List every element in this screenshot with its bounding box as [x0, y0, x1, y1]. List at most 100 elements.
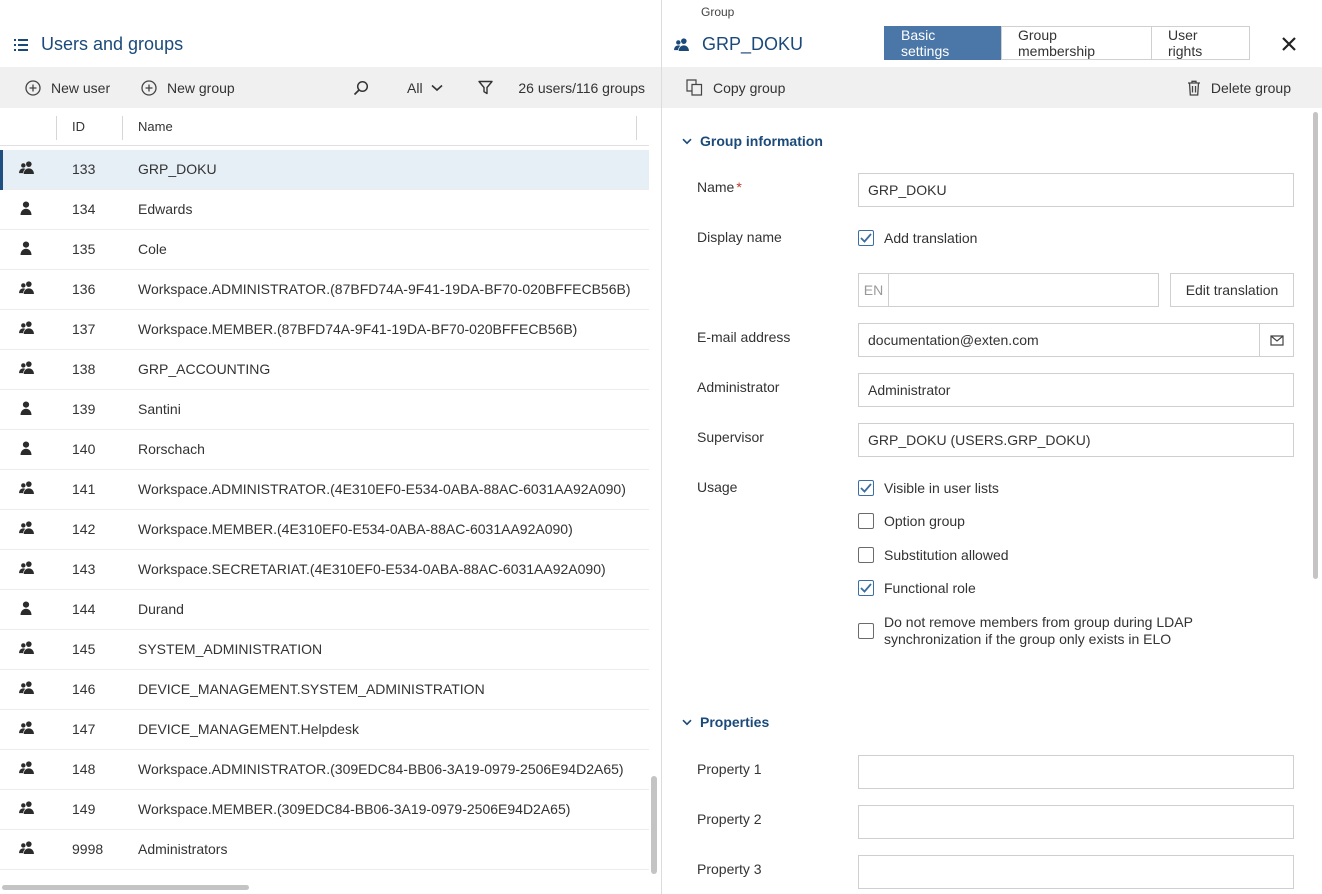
list-item-name: GRP_ACCOUNTING — [138, 361, 271, 377]
list-item[interactable]: 149 Workspace.MEMBER.(309EDC84-BB06-3A19-… — [0, 790, 649, 830]
tab-basic-settings[interactable]: Basic settings — [884, 26, 1002, 60]
list-item-id: 149 — [72, 801, 96, 817]
property-3-field[interactable] — [858, 855, 1294, 889]
column-separator[interactable] — [56, 116, 57, 140]
list-item[interactable]: 135 Cole — [0, 230, 649, 270]
list-item-id: 139 — [72, 401, 96, 417]
list-item[interactable]: 147 DEVICE_MANAGEMENT.Helpdesk — [0, 710, 649, 750]
list-item[interactable]: 133 GRP_DOKU — [0, 150, 649, 190]
mail-icon — [1269, 334, 1284, 346]
copy-group-label: Copy group — [713, 79, 786, 96]
list-item[interactable]: 141 Workspace.ADMINISTRATOR.(4E310EF0-E53… — [0, 470, 649, 510]
list-item-name: Workspace.ADMINISTRATOR.(309EDC84-BB06-3… — [138, 761, 624, 777]
name-label: Name * — [697, 179, 742, 195]
list-item-id: 135 — [72, 241, 96, 257]
list-item-name: Cole — [138, 241, 167, 257]
name-label-text: Name — [697, 179, 735, 195]
administrator-field[interactable]: Administrator — [858, 373, 1294, 407]
translation-input[interactable] — [888, 273, 1159, 307]
search-icon — [353, 80, 369, 96]
visible-in-user-lists-checkbox[interactable]: Visible in user lists — [858, 480, 999, 496]
list-vertical-scrollbar[interactable] — [651, 776, 657, 874]
list-item[interactable]: 144 Durand — [0, 590, 649, 630]
list-item[interactable]: 139 Santini — [0, 390, 649, 430]
list-item-name: Workspace.ADMINISTRATOR.(87BFD74A-9F41-1… — [138, 281, 631, 297]
list-item[interactable]: 143 Workspace.SECRETARIAT.(4E310EF0-E534-… — [0, 550, 649, 590]
substitution-allowed-label: Substitution allowed — [884, 547, 1009, 563]
filter-button[interactable] — [478, 67, 493, 108]
list-item[interactable]: 145 SYSTEM_ADMINISTRATION — [0, 630, 649, 670]
list-item[interactable]: 148 Workspace.ADMINISTRATOR.(309EDC84-BB0… — [0, 750, 649, 790]
group-icon — [19, 641, 34, 654]
detail-tabs: Basic settings Group membership User rig… — [884, 26, 1250, 60]
list-item-id: 9998 — [72, 841, 104, 857]
list-item-name: Workspace.SECRETARIAT.(4E310EF0-E534-0AB… — [138, 561, 606, 577]
tab-user-rights[interactable]: User rights — [1151, 26, 1250, 60]
list-item[interactable]: 146 DEVICE_MANAGEMENT.SYSTEM_ADMINISTRATI… — [0, 670, 649, 710]
functional-role-checkbox[interactable]: Functional role — [858, 580, 976, 596]
column-separator[interactable] — [636, 116, 637, 140]
email-field[interactable]: documentation@exten.com — [858, 323, 1261, 357]
list-item[interactable]: 136 Workspace.ADMINISTRATOR.(87BFD74A-9F4… — [0, 270, 649, 310]
add-translation-checkbox[interactable]: Add translation — [858, 230, 977, 246]
checkbox-unchecked-icon — [858, 623, 874, 639]
detail-vertical-scrollbar[interactable] — [1313, 112, 1318, 579]
users-groups-list: 133 GRP_DOKU 134 Edwards 135 Cole 136 Workspace… — [0, 150, 649, 880]
column-header-id[interactable]: ID — [72, 119, 85, 134]
tab-group-membership[interactable]: Group membership — [1001, 26, 1152, 60]
checkbox-unchecked-icon — [858, 513, 874, 529]
section-properties[interactable]: Properties — [682, 714, 769, 730]
list-item-name: GRP_DOKU — [138, 161, 217, 177]
list-item[interactable]: 140 Rorschach — [0, 430, 649, 470]
name-field[interactable]: GRP_DOKU — [858, 173, 1294, 207]
list-item[interactable]: 9998 Administrators — [0, 830, 649, 870]
column-separator[interactable] — [122, 116, 123, 140]
list-item-id: 133 — [72, 161, 96, 177]
ldap-keep-members-checkbox[interactable]: Do not remove members from group during … — [858, 614, 1193, 648]
supervisor-field[interactable]: GRP_DOKU (USERS.GRP_DOKU) — [858, 423, 1294, 457]
list-item[interactable]: 138 GRP_ACCOUNTING — [0, 350, 649, 390]
group-icon — [674, 38, 689, 51]
chevron-down-icon — [682, 138, 692, 145]
list-item-id: 141 — [72, 481, 96, 497]
functional-role-label: Functional role — [884, 580, 976, 596]
section-group-information[interactable]: Group information — [682, 133, 823, 149]
send-email-button[interactable] — [1259, 323, 1294, 357]
list-item[interactable]: 134 Edwards — [0, 190, 649, 230]
list-item[interactable]: 142 Workspace.MEMBER.(4E310EF0-E534-0ABA-… — [0, 510, 649, 550]
list-item[interactable]: 137 Workspace.MEMBER.(87BFD74A-9F41-19DA-… — [0, 310, 649, 350]
detail-title: GRP_DOKU — [702, 34, 804, 54]
list-item-id: 144 — [72, 601, 96, 617]
filter-icon — [478, 80, 493, 95]
property-2-field[interactable] — [858, 805, 1294, 839]
detail-subtitle: Group — [701, 5, 735, 19]
copy-group-button[interactable]: Copy group — [686, 67, 785, 108]
column-header-name[interactable]: Name — [138, 119, 173, 134]
delete-group-button[interactable]: Delete group — [1187, 67, 1291, 108]
list-icon — [14, 39, 28, 51]
plus-circle-icon — [25, 79, 41, 96]
plus-circle-icon — [141, 79, 157, 96]
list-item-name: Workspace.MEMBER.(4E310EF0-E534-0ABA-88A… — [138, 521, 573, 537]
type-filter-select[interactable]: All — [407, 67, 443, 108]
new-user-button[interactable]: New user — [25, 67, 110, 108]
group-icon — [19, 561, 34, 574]
list-item-id: 134 — [72, 201, 96, 217]
checkbox-checked-icon — [858, 480, 874, 496]
property-1-field[interactable] — [858, 755, 1294, 789]
list-item-name: DEVICE_MANAGEMENT.Helpdesk — [138, 721, 359, 737]
substitution-allowed-checkbox[interactable]: Substitution allowed — [858, 547, 1009, 563]
new-group-button[interactable]: New group — [141, 67, 235, 108]
group-icon — [19, 281, 34, 294]
close-button[interactable] — [1281, 36, 1297, 52]
user-icon — [19, 241, 33, 255]
group-icon — [19, 481, 34, 494]
section-group-information-label: Group information — [700, 133, 823, 149]
option-group-checkbox[interactable]: Option group — [858, 513, 965, 529]
list-horizontal-scrollbar[interactable] — [2, 885, 249, 890]
supervisor-label: Supervisor — [697, 429, 764, 445]
group-icon — [19, 761, 34, 774]
edit-translation-button[interactable]: Edit translation — [1170, 273, 1294, 307]
list-item-id: 140 — [72, 441, 96, 457]
search-button[interactable] — [353, 67, 369, 108]
